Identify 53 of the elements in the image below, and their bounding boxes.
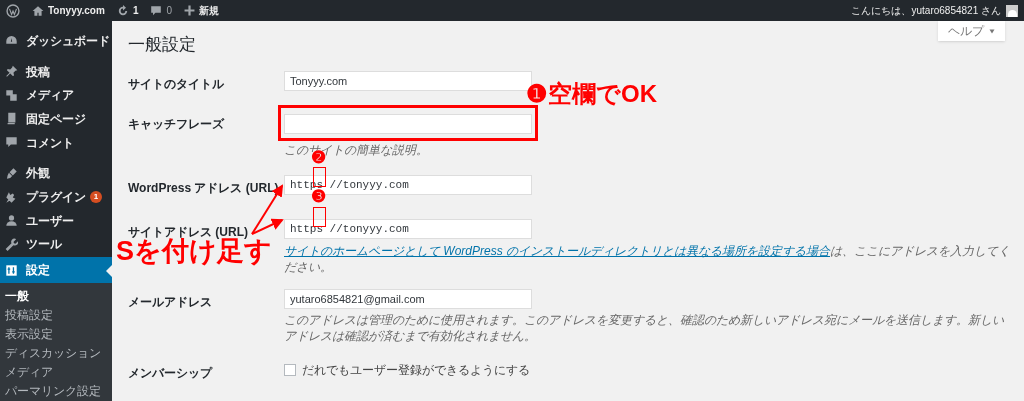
checkbox-label: だれでもユーザー登録ができるようにする — [302, 362, 530, 379]
sidebar-item[interactable]: メディア — [0, 85, 112, 106]
comments-link[interactable]: 0 — [150, 3, 172, 18]
sidebar-item[interactable]: 設定 — [0, 257, 112, 283]
wrench-icon — [5, 237, 18, 251]
sidebar-item[interactable]: 固定ページ — [0, 109, 112, 129]
site-name-link[interactable]: Tonyyy.com — [32, 3, 105, 18]
field-description: このアドレスは管理のために使用されます。このアドレスを変更すると、確認のため新しいアドレス宛にメールを送信します。新しいアドレスは確認が済むまで有効化されません。 — [284, 312, 1004, 344]
current-menu-pointer — [106, 265, 112, 278]
input-field[interactable] — [284, 114, 532, 134]
pages-icon — [5, 112, 18, 126]
plug-icon — [5, 190, 18, 204]
submenu-item[interactable]: パーマリンク設定 — [0, 381, 112, 401]
submenu-item[interactable]: 一般 — [0, 286, 112, 306]
avatar-icon — [1006, 4, 1018, 17]
submenu-item[interactable]: ディスカッション — [0, 343, 112, 363]
pushpin-icon — [5, 65, 18, 79]
help-button[interactable]: ヘルプ — [938, 21, 1005, 41]
page-title: 一般設定 — [128, 35, 197, 55]
submenu-item[interactable]: メディア — [0, 362, 112, 382]
media-icon — [5, 88, 18, 102]
sidebar-item[interactable]: ユーザー — [0, 210, 112, 231]
input-field[interactable]: yutaro6854821@gmail.com — [284, 289, 532, 309]
updates-link[interactable]: 1 — [116, 3, 139, 18]
home-icon — [32, 4, 44, 17]
comment-icon — [150, 4, 163, 17]
sliders-icon — [5, 263, 18, 277]
sidebar-item[interactable]: ツール — [0, 234, 112, 255]
sidebar-item[interactable]: 外観 — [0, 163, 112, 184]
comment-icon — [5, 136, 18, 150]
brush-icon — [5, 166, 18, 180]
wordpress-logo-icon — [6, 3, 20, 18]
checkbox[interactable] — [284, 364, 296, 376]
sidebar-item[interactable]: コメント — [0, 132, 112, 153]
field-label: サイトのタイトル — [128, 77, 224, 91]
submenu-item[interactable]: 投稿設定 — [0, 305, 112, 325]
user-icon — [5, 214, 18, 228]
field-label: サイトアドレス (URL) — [128, 225, 248, 239]
field-description: サイトのホームページとして WordPress のインストールディレクトリとは異なる場所を設定する場合は、ここにアドレスを入力してください。 — [284, 243, 1011, 275]
dropdown-triangle-icon — [989, 28, 995, 34]
field-label: メールアドレス — [128, 295, 212, 309]
update-count-badge: 1 — [90, 191, 102, 204]
sidebar-item[interactable]: プラグイン 1 — [0, 187, 112, 207]
plus-icon — [184, 5, 195, 16]
field-label: キャッチフレーズ — [128, 117, 224, 131]
submenu-item[interactable]: 表示設定 — [0, 324, 112, 344]
help-link[interactable]: サイトのホームページとして WordPress のインストールディレクトリとは異なる場所を設定する場合 — [284, 244, 830, 258]
field-label: メンバーシップ — [128, 366, 212, 380]
sidebar-item[interactable]: ダッシュボード — [0, 31, 112, 51]
account-link[interactable]: こんにちは、yutaro6854821 さん — [851, 3, 1018, 18]
refresh-icon — [116, 4, 129, 17]
new-link[interactable]: 新規 — [184, 3, 219, 18]
sidebar-item[interactable]: 投稿 — [0, 61, 112, 82]
